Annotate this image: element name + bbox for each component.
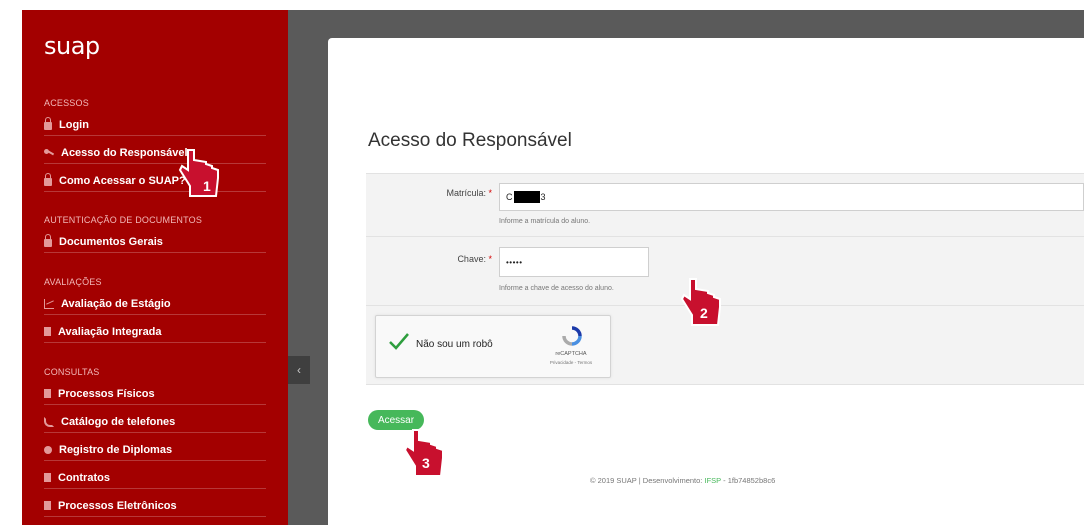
sidebar-item-label: Acesso do Responsável [61, 146, 188, 159]
collapse-sidebar-button[interactable]: ‹ [288, 356, 310, 384]
key-icon [44, 148, 54, 158]
sidebar-item-avaliacao-estagio[interactable]: Avaliação de Estágio [44, 293, 266, 315]
circle-icon [44, 445, 52, 454]
required-mark: * [488, 188, 492, 198]
acessar-button[interactable]: Acessar [368, 410, 424, 430]
sidebar-item-label: Avaliação de Estágio [61, 297, 171, 310]
document-icon [44, 389, 51, 398]
matricula-input[interactable]: C 3 [499, 183, 1084, 211]
screenshot-frame: suap ACESSOS Login Acesso do Responsável… [0, 0, 1084, 525]
chevron-left-icon: ‹ [297, 363, 301, 377]
recaptcha-widget[interactable]: Não sou um robô reCAPTCHA Privacidade - … [375, 315, 611, 378]
sidebar-item-processos-fisicos[interactable]: Processos Físicos [44, 383, 266, 405]
sidebar-item-acesso-responsavel[interactable]: Acesso do Responsável [44, 142, 266, 164]
sidebar-item-catalogo-telefones[interactable]: Catálogo de telefones [44, 411, 266, 433]
redaction-bar [513, 191, 540, 203]
captcha-terms-link[interactable]: Privacidade - Termos [538, 360, 604, 365]
sidebar-item-label: Documentos Gerais [59, 235, 163, 248]
annotation-number: 2 [700, 305, 708, 321]
sidebar-item-label: Registro de Diplomas [59, 443, 173, 456]
lock-icon [44, 234, 52, 247]
login-form: Matrícula: * C 3 Informe a matrícula do … [366, 173, 1084, 385]
sidebar: suap ACESSOS Login Acesso do Responsável… [22, 10, 288, 525]
lock-icon [44, 117, 52, 130]
sidebar-item-login[interactable]: Login [44, 114, 266, 136]
annotation-number: 3 [422, 455, 430, 471]
chart-icon [44, 298, 54, 309]
sidebar-item-registro-diplomas[interactable]: Registro de Diplomas [44, 439, 266, 461]
chave-help: Informe a chave de acesso do aluno. [499, 285, 614, 292]
document-icon [44, 327, 51, 336]
matricula-help: Informe a matrícula do aluno. [499, 218, 591, 225]
chave-label: Chave: * [457, 254, 492, 264]
section-title-acessos: ACESSOS [44, 98, 89, 108]
pointing-hand-icon [178, 149, 219, 197]
document-icon [44, 501, 51, 510]
captcha-label: Não sou um robô [416, 339, 493, 350]
lock-icon [44, 173, 52, 186]
section-title-avaliacoes: AVALIAÇÕES [44, 277, 102, 287]
phone-icon [44, 416, 54, 427]
required-mark: * [488, 254, 492, 264]
chave-password-input[interactable]: ••••• [499, 247, 649, 277]
captcha-brand: reCAPTCHA [555, 351, 587, 357]
sidebar-item-como-acessar[interactable]: Como Acessar o SUAP? [44, 170, 266, 192]
document-icon [44, 473, 51, 482]
sidebar-item-label: Avaliação Integrada [58, 325, 162, 338]
row-divider [366, 236, 1084, 237]
sidebar-item-documentos-gerais[interactable]: Documentos Gerais [44, 231, 266, 253]
footer: © 2019 SUAP | Desenvolvimento: IFSP - 1f… [590, 476, 776, 485]
matricula-label: Matrícula: * [446, 188, 492, 198]
sidebar-item-label: Login [59, 118, 89, 131]
sidebar-item-processos-eletronicos[interactable]: Processos Eletrônicos [44, 495, 266, 517]
sidebar-item-label: Como Acessar o SUAP? [59, 174, 186, 187]
sidebar-item-label: Processos Físicos [58, 387, 155, 400]
section-title-consultas: CONSULTAS [44, 367, 100, 377]
recaptcha-logo-icon [562, 326, 582, 346]
checkmark-icon[interactable] [388, 330, 410, 352]
sidebar-item-label: Catálogo de telefones [61, 415, 176, 428]
row-divider [366, 305, 1084, 306]
app-logo[interactable]: suap [44, 32, 100, 60]
sidebar-item-contratos[interactable]: Contratos [44, 467, 266, 489]
footer-org-link[interactable]: IFSP [704, 476, 721, 485]
section-title-autenticacao: AUTENTICAÇÃO DE DOCUMENTOS [44, 215, 203, 225]
sidebar-item-label: Contratos [58, 471, 110, 484]
sidebar-item-label: Processos Eletrônicos [58, 499, 177, 512]
page-title: Acesso do Responsável [368, 130, 572, 151]
annotation-number: 1 [203, 178, 211, 194]
sidebar-item-avaliacao-integrada[interactable]: Avaliação Integrada [44, 321, 266, 343]
